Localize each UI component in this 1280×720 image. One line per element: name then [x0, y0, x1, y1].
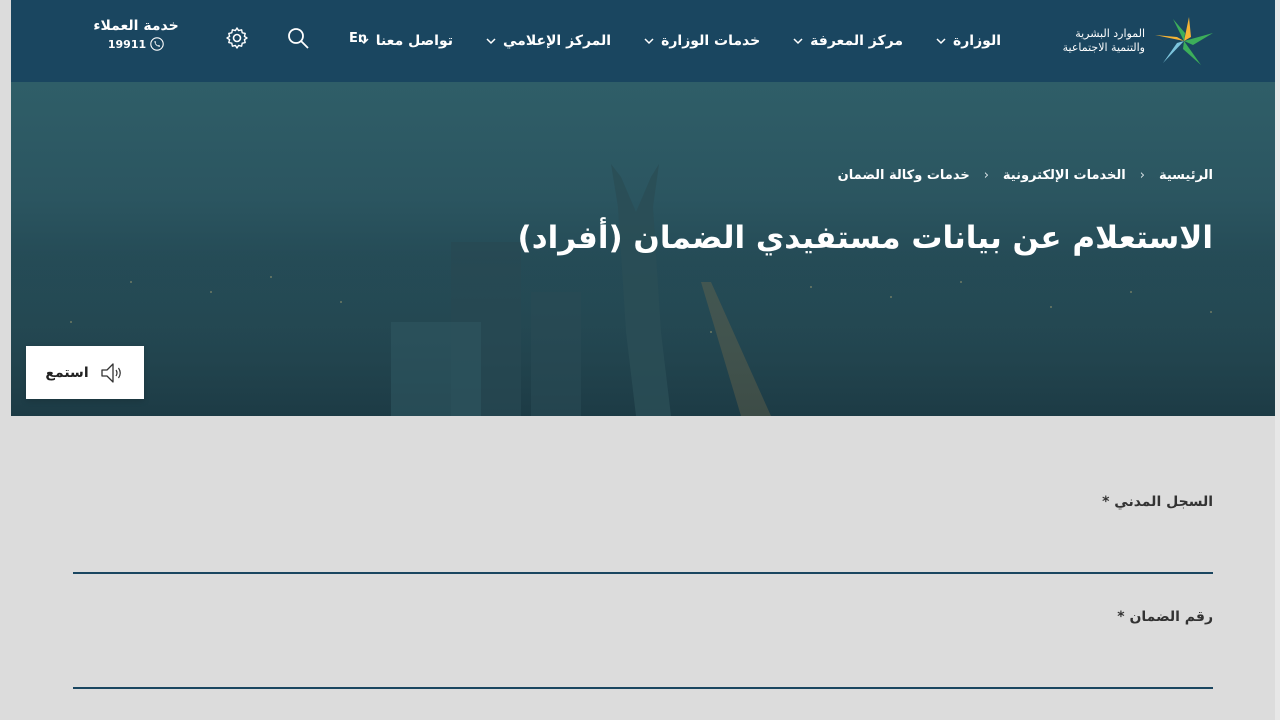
main-nav: الوزارة مركز المعرفة خدمات الوزارة المرك…: [326, 0, 1001, 82]
page: الموارد البشرية والتنمية الاجتماعية الوز…: [11, 0, 1275, 720]
guarantee-number-label: رقم الضمان *: [1117, 609, 1213, 625]
logo-line-2: والتنمية الاجتماعية: [1062, 41, 1145, 54]
logo-line-1: الموارد البشرية: [1075, 27, 1145, 40]
scrollbar[interactable]: [1275, 0, 1280, 720]
nav-item-label: المركز الإعلامي: [502, 33, 612, 49]
language-toggle[interactable]: En: [349, 31, 367, 46]
chevron-left-icon: ‹: [983, 168, 989, 183]
nav-item-ministry-services[interactable]: خدمات الوزارة: [643, 33, 760, 49]
top-navigation-bar: الموارد البشرية والتنمية الاجتماعية الوز…: [11, 0, 1275, 82]
search-icon[interactable]: [286, 26, 310, 50]
ministry-logo[interactable]: الموارد البشرية والتنمية الاجتماعية: [1063, 14, 1215, 68]
chevron-down-icon: [486, 38, 496, 45]
logo-emblem-icon: [1155, 17, 1213, 65]
logo-text: الموارد البشرية والتنمية الاجتماعية: [1063, 27, 1145, 55]
breadcrumb: الرئيسية ‹ الخدمات الإلكترونية ‹ خدمات و…: [838, 168, 1213, 183]
nav-item-label: مركز المعرفة: [810, 33, 903, 49]
guarantee-number-input[interactable]: [73, 649, 1213, 689]
hero-banner: الرئيسية ‹ الخدمات الإلكترونية ‹ خدمات و…: [11, 82, 1275, 416]
chevron-down-icon: [936, 38, 946, 45]
customer-service[interactable]: خدمة العملاء 19911: [81, 18, 191, 51]
chevron-left-icon: ‹: [1139, 168, 1145, 183]
nav-item-contact-us[interactable]: تواصل معنا: [358, 33, 453, 49]
customer-service-title: خدمة العملاء: [93, 18, 179, 34]
breadcrumb-home[interactable]: الرئيسية: [1159, 168, 1213, 183]
listen-button[interactable]: استمع: [26, 346, 144, 399]
breadcrumb-eservices[interactable]: الخدمات الإلكترونية: [1003, 168, 1126, 183]
nav-item-label: الوزارة: [952, 33, 1001, 49]
chevron-down-icon: [793, 38, 803, 45]
customer-service-phone-row: 19911: [81, 37, 191, 51]
guarantee-number-field: رقم الضمان *: [73, 609, 1213, 691]
nav-item-media-center[interactable]: المركز الإعلامي: [485, 33, 611, 49]
phone-icon: [150, 37, 164, 51]
civil-id-label: السجل المدني *: [1102, 494, 1213, 510]
civil-id-input[interactable]: [73, 534, 1213, 574]
speaker-icon: [100, 362, 121, 383]
civil-id-field: السجل المدني *: [73, 494, 1213, 576]
gear-icon[interactable]: [225, 26, 249, 50]
page-title: الاستعلام عن بيانات مستفيدي الضمان (أفرا…: [517, 220, 1213, 256]
nav-item-label: تواصل معنا: [375, 33, 453, 49]
nav-item-label: خدمات الوزارة: [661, 33, 761, 49]
nav-item-knowledge-center[interactable]: مركز المعرفة: [792, 33, 903, 49]
nav-item-ministry[interactable]: الوزارة: [935, 33, 1001, 49]
listen-label: استمع: [45, 364, 89, 381]
breadcrumb-current[interactable]: خدمات وكالة الضمان: [838, 168, 970, 183]
chevron-down-icon: [644, 38, 654, 45]
customer-service-phone: 19911: [107, 37, 147, 51]
